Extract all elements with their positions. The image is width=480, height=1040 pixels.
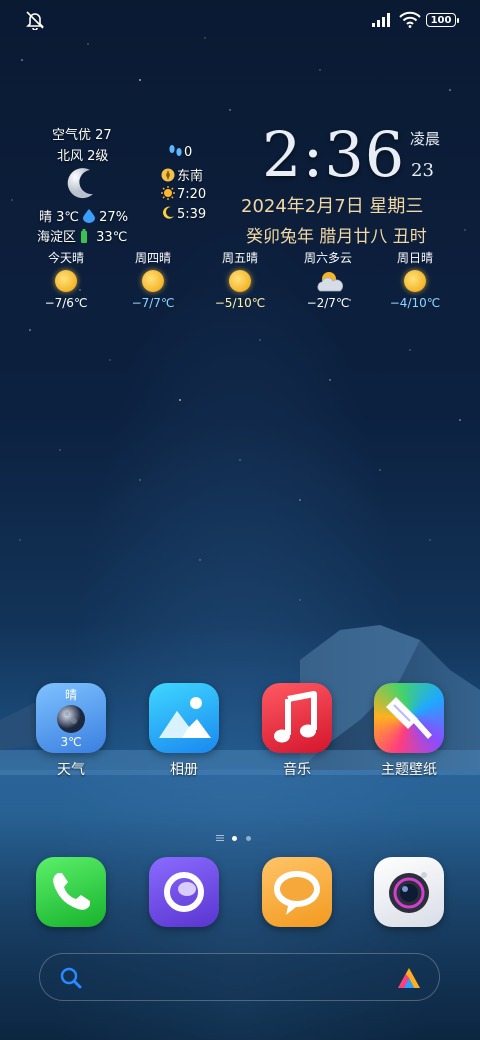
- moonrise-time: 5:39: [177, 207, 207, 222]
- app-weather[interactable]: 晴 3℃ 天气: [26, 683, 116, 779]
- battery-tip: [457, 18, 459, 23]
- forecast-day: 今天晴 −7/6℃: [26, 249, 106, 310]
- dock-browser[interactable]: [139, 857, 229, 927]
- clock-period: 凌晨: [410, 130, 441, 148]
- sun-icon: [142, 270, 164, 292]
- forecast-day: 周六多云 −2/7℃: [288, 249, 368, 310]
- app-label: 相册: [170, 762, 198, 778]
- forecast-temp: −4/10℃: [389, 296, 441, 310]
- search-icon: [60, 967, 82, 989]
- page-dot: [246, 836, 251, 841]
- dock-phone[interactable]: [26, 857, 116, 927]
- compass-icon: [161, 168, 175, 182]
- app-themes[interactable]: 主题壁纸: [364, 683, 454, 779]
- assistant-icon[interactable]: [396, 966, 422, 990]
- humidity: 27%: [99, 210, 129, 225]
- wifi-icon: [399, 11, 421, 28]
- search-bar[interactable]: [39, 953, 440, 1001]
- sun-icon: [229, 270, 251, 292]
- phone-icon: [36, 857, 106, 927]
- crescent-moon-icon: [67, 168, 93, 199]
- app-label: 天气: [57, 762, 85, 778]
- weather-condition: 晴 3℃: [39, 210, 80, 225]
- footsteps-icon: [168, 144, 182, 158]
- partly-cloudy-icon: [317, 272, 343, 292]
- wind-info: 北风 2级: [57, 149, 109, 164]
- step-count: 0: [184, 145, 193, 160]
- forecast-temp: −2/7℃: [306, 296, 350, 310]
- battery-indicator: 100: [426, 13, 456, 27]
- forecast-day-label: 周日晴: [396, 251, 433, 265]
- app-label: 音乐: [283, 762, 311, 778]
- theme-brush-icon: [374, 683, 444, 753]
- forecast-temp: −7/6℃: [44, 296, 88, 310]
- app-gallery[interactable]: 相册: [139, 683, 229, 779]
- device-temperature: 33℃: [96, 230, 128, 245]
- sunrise-time: 7:20: [177, 187, 207, 202]
- weather-app-icon: 晴 3℃: [36, 683, 106, 753]
- forecast-temp: −5/10℃: [214, 296, 266, 310]
- dock-camera[interactable]: [364, 857, 454, 927]
- forecast-temp: −7/7℃: [131, 296, 175, 310]
- mute-notification-icon: [26, 11, 44, 30]
- gallery-icon: [149, 683, 219, 753]
- forecast-day: 周日晴 −4/10℃: [375, 249, 455, 310]
- browser-icon: [149, 857, 219, 927]
- clock-date: 2024年2月7日 星期三: [241, 196, 424, 217]
- starry-sky: [11, 37, 466, 601]
- forecast-day-label: 周四晴: [134, 251, 171, 265]
- messages-icon: [262, 857, 332, 927]
- moonrise-icon: [161, 206, 175, 220]
- page-dot-active: [232, 836, 237, 841]
- music-icon: [262, 683, 332, 753]
- dock-messages[interactable]: [252, 857, 342, 927]
- weather-app-condition: 晴: [64, 688, 77, 702]
- clock-time: 2:36: [262, 118, 406, 191]
- camera-icon: [374, 857, 444, 927]
- moon-icon: [57, 705, 85, 733]
- water-drop-icon: [83, 209, 97, 223]
- menu-lines-icon: [216, 835, 224, 841]
- battery-temp-icon: [80, 229, 94, 243]
- forecast-day: 周四晴 −7/7℃: [113, 249, 193, 310]
- forecast-day: 周五晴 −5/10℃: [200, 249, 280, 310]
- lunar-date: 癸卯兔年 腊月廿八 丑时: [246, 227, 427, 247]
- clock-seconds: 23: [411, 160, 434, 181]
- sun-icon: [55, 270, 77, 292]
- app-label: 主题壁纸: [381, 762, 437, 778]
- forecast-day-label: 周五晴: [221, 251, 258, 265]
- cellular-signal-icon: [372, 13, 390, 27]
- weather-app-temp: 3℃: [60, 735, 82, 749]
- app-music[interactable]: 音乐: [252, 683, 342, 779]
- page-indicator[interactable]: [216, 826, 260, 845]
- sun-icon: [404, 270, 426, 292]
- forecast-day-label: 周六多云: [303, 251, 352, 265]
- wind-direction: 东南: [177, 169, 204, 184]
- status-bar: 100: [0, 0, 480, 40]
- air-quality: 空气优 27: [52, 128, 112, 143]
- forecast-day-label: 今天晴: [47, 251, 84, 265]
- district: 海淀区: [37, 230, 77, 245]
- sunrise-icon: [161, 186, 175, 200]
